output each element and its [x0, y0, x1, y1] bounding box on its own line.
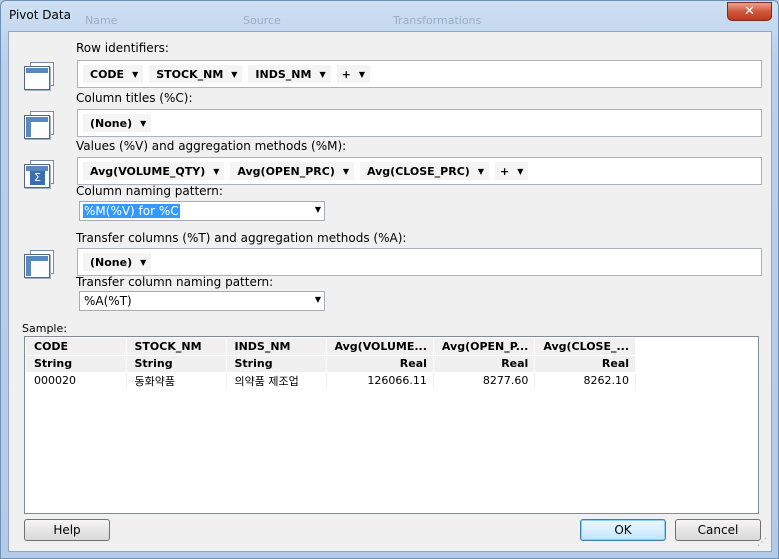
ok-button[interactable]: OK	[580, 519, 666, 541]
column-header[interactable]: INDS_NM	[226, 338, 327, 356]
column-titles-box[interactable]: (None) ▼	[77, 109, 762, 137]
column-titles-label: Column titles (%C):	[76, 91, 193, 105]
background-tab-name: Name	[85, 14, 118, 27]
sigma-icon: Σ	[24, 160, 54, 188]
column-type: Real	[433, 355, 536, 373]
column-header[interactable]: Avg(OPEN_P...	[433, 338, 536, 356]
column-naming-value[interactable]: %M(%V) for %C	[83, 204, 180, 218]
transfer-token-none[interactable]: (None) ▼	[83, 253, 152, 271]
row-add-token[interactable]: + ▼	[336, 65, 370, 83]
transfer-columns-label: Transfer columns (%T) and aggregation me…	[76, 231, 407, 245]
background-tab-transformations: Transformations	[393, 14, 482, 27]
column-header[interactable]: Avg(VOLUME...	[326, 338, 434, 356]
background-tabs: Name Source Transformations	[71, 14, 691, 30]
row-token-stock-nm[interactable]: STOCK_NM ▼	[149, 65, 243, 83]
chevron-down-icon[interactable]: ▼	[315, 205, 321, 214]
transfer-naming-combo[interactable]: %A(%T) ▼	[79, 291, 325, 311]
background-tab-source: Source	[243, 14, 281, 27]
column-header[interactable]: Avg(CLOSE_...	[534, 338, 637, 356]
close-button[interactable]: ✕	[727, 2, 772, 21]
chevron-down-icon[interactable]: ▼	[359, 70, 365, 79]
column-naming-combo[interactable]: %M(%V) for %C ▼	[79, 201, 325, 221]
chevron-down-icon[interactable]: ▼	[343, 167, 349, 176]
row-token-code[interactable]: CODE ▼	[83, 65, 144, 83]
chevron-down-icon[interactable]: ▼	[213, 167, 219, 176]
column-naming-label: Column naming pattern:	[76, 184, 223, 198]
table-cell: 000020	[26, 372, 127, 389]
column-layout-icon	[24, 111, 54, 139]
column-header[interactable]: CODE	[26, 338, 127, 356]
sample-table: CODE STOCK_NM INDS_NM Avg(VOLUME... Avg(…	[26, 338, 637, 389]
sample-label: Sample:	[22, 322, 67, 335]
value-add-token[interactable]: + ▼	[494, 162, 529, 180]
table-cell: 동화약품	[126, 372, 227, 389]
chevron-down-icon[interactable]: ▼	[231, 70, 237, 79]
window-title: Pivot Data	[9, 8, 71, 22]
column-type: String	[126, 355, 227, 373]
chevron-down-icon[interactable]: ▼	[517, 167, 523, 176]
row-token-inds-nm[interactable]: INDS_NM ▼	[248, 65, 331, 83]
chevron-down-icon[interactable]: ▼	[140, 119, 146, 128]
resize-grip-icon[interactable]: ⋰	[757, 537, 769, 549]
title-bar[interactable]: Pivot Data Name Source Transformations ✕	[1, 1, 778, 31]
column-type: Real	[326, 355, 434, 373]
column-type: Real	[534, 355, 637, 373]
table-row[interactable]: 000020 동화약품 의약품 제조업 126066.11 8277.60 82…	[26, 372, 637, 389]
row-identifiers-label: Row identifiers:	[76, 41, 169, 55]
row-layout-icon	[24, 62, 54, 90]
value-token-volume[interactable]: Avg(VOLUME_QTY) ▼	[83, 162, 225, 180]
row-identifiers-box[interactable]: CODE ▼ STOCK_NM ▼ INDS_NM ▼ + ▼	[77, 60, 762, 88]
table-cell: 8277.60	[433, 372, 536, 389]
values-box[interactable]: Avg(VOLUME_QTY) ▼ Avg(OPEN_PRC) ▼ Avg(CLOS…	[77, 157, 762, 185]
column-header[interactable]: STOCK_NM	[126, 338, 227, 356]
sample-type-row: String String String Real Real Real	[26, 355, 637, 373]
sample-grid[interactable]: CODE STOCK_NM INDS_NM Avg(VOLUME... Avg(…	[24, 336, 759, 514]
pivot-data-dialog: Pivot Data Name Source Transformations ✕…	[0, 0, 779, 559]
sample-header-row: CODE STOCK_NM INDS_NM Avg(VOLUME... Avg(…	[26, 338, 637, 356]
column-type: String	[226, 355, 327, 373]
column-token-none[interactable]: (None) ▼	[83, 114, 152, 132]
help-button[interactable]: Help	[24, 519, 110, 541]
chevron-down-icon[interactable]: ▼	[315, 295, 321, 304]
dialog-body: Row identifiers: CODE ▼ STOCK_NM ▼ INDS_NM…	[8, 31, 772, 552]
chevron-down-icon[interactable]: ▼	[478, 167, 484, 176]
transfer-columns-box[interactable]: (None) ▼	[77, 248, 762, 276]
value-token-close[interactable]: Avg(CLOSE_PRC) ▼	[360, 162, 489, 180]
value-token-open[interactable]: Avg(OPEN_PRC) ▼	[230, 162, 355, 180]
column-type: String	[26, 355, 127, 373]
transfer-naming-value[interactable]: %A(%T)	[83, 294, 133, 308]
chevron-down-icon[interactable]: ▼	[319, 70, 325, 79]
transfer-naming-label: Transfer column naming pattern:	[76, 275, 274, 289]
close-icon: ✕	[744, 4, 755, 19]
table-cell: 8262.10	[534, 372, 637, 389]
chevron-down-icon[interactable]: ▼	[140, 258, 146, 267]
chevron-down-icon[interactable]: ▼	[132, 70, 138, 79]
table-cell: 의약품 제조업	[226, 372, 327, 389]
table-cell: 126066.11	[326, 372, 434, 389]
transfer-layout-icon	[24, 250, 54, 278]
values-label: Values (%V) and aggregation methods (%M)…	[76, 139, 347, 153]
cancel-button[interactable]: Cancel	[675, 519, 761, 541]
